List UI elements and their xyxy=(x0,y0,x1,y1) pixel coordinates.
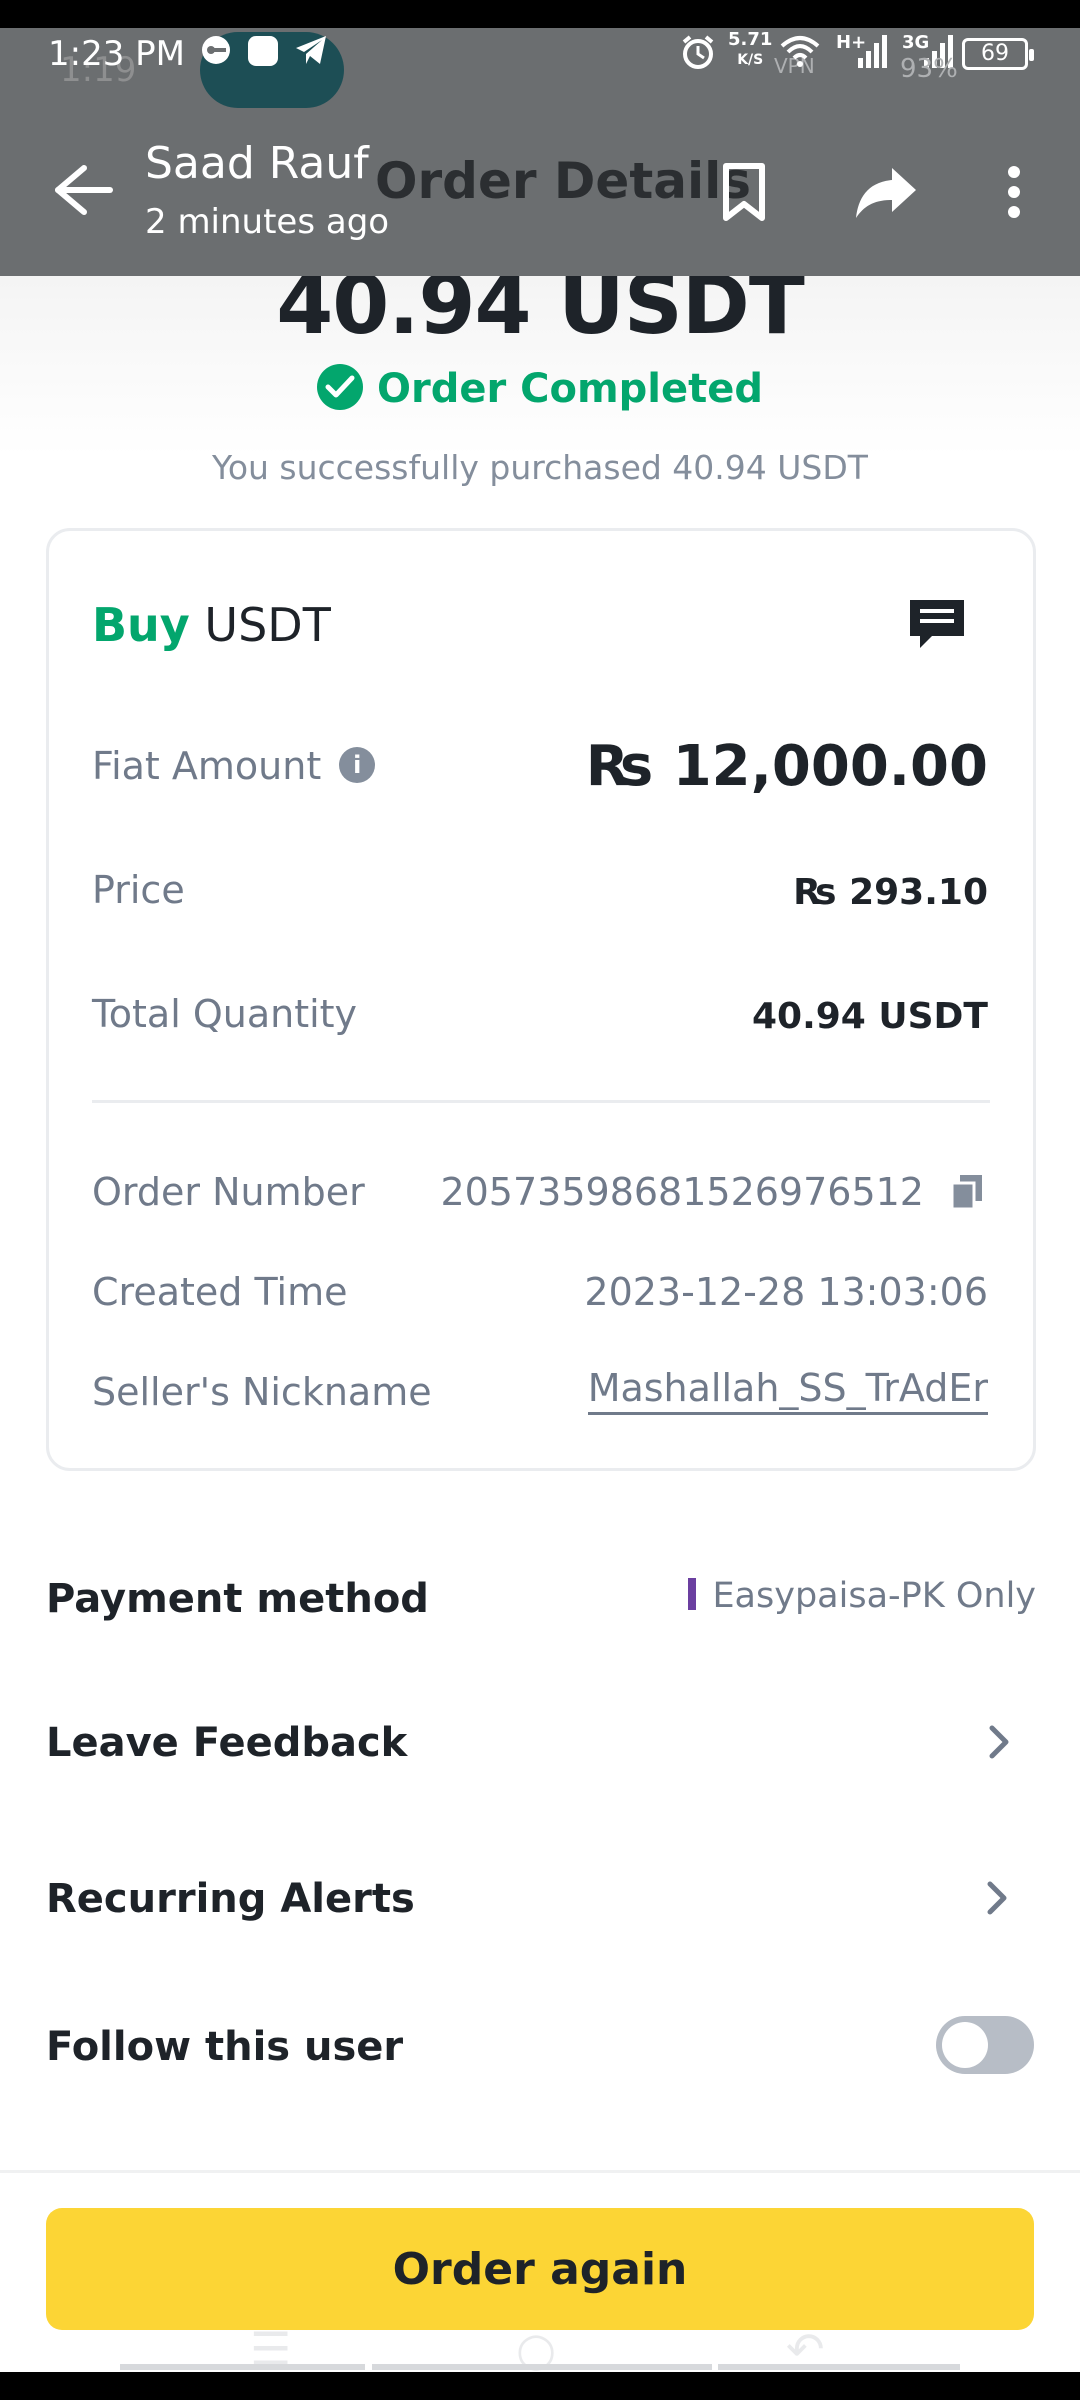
total-quantity-label: Total Quantity xyxy=(92,992,358,1036)
fiat-amount-value: ₨ 12,000.00 xyxy=(585,734,988,799)
bookmark-icon[interactable] xyxy=(712,160,776,224)
payment-method-name: Easypaisa-PK Only xyxy=(712,1576,1036,1616)
follow-user-label: Follow this user xyxy=(46,2024,404,2070)
nav-bar-segment xyxy=(718,2364,960,2370)
purchase-summary: You successfully purchased 40.94 USDT xyxy=(212,448,868,487)
info-icon[interactable]: i xyxy=(339,746,376,783)
more-options-icon[interactable] xyxy=(990,160,1054,224)
underlying-battery-text: 93% xyxy=(900,54,958,84)
chevron-right-icon[interactable] xyxy=(982,1722,1016,1762)
nav-bar-segment xyxy=(120,2364,365,2370)
signal-icon xyxy=(858,34,888,76)
total-quantity-value: 40.94 USDT xyxy=(751,996,988,1037)
page-title: Order Details xyxy=(375,152,752,210)
seller-nickname-link[interactable]: Mashallah_SS_TrAdEr xyxy=(587,1366,988,1415)
fiat-amount-row: Fiat Amount i xyxy=(92,744,376,788)
check-circle-icon xyxy=(316,364,363,410)
chevron-right-icon[interactable] xyxy=(980,1878,1014,1918)
share-icon[interactable] xyxy=(854,160,918,224)
wifi-icon xyxy=(780,34,820,76)
bottom-strip xyxy=(0,2372,1080,2400)
trade-asset: USDT xyxy=(204,598,331,652)
sender-name: Saad Rauf xyxy=(145,138,369,189)
battery-icon: 69 xyxy=(962,38,1034,70)
back-arrow-icon[interactable] xyxy=(40,160,120,220)
network-speed-value: 5.71 xyxy=(728,29,773,50)
price-label: Price xyxy=(92,868,185,912)
chat-app-icon xyxy=(246,34,280,76)
copy-icon[interactable] xyxy=(950,1175,982,1211)
order-number-label: Order Number xyxy=(92,1170,365,1214)
order-number-value: 20573598681526976512 xyxy=(440,1170,924,1214)
trade-side: Buy xyxy=(92,598,190,652)
payment-method-label: Payment method xyxy=(46,1576,429,1622)
status-time: 1:23 PM xyxy=(48,34,185,74)
telegram-icon xyxy=(294,34,328,74)
vpn-key-icon xyxy=(200,34,232,74)
payment-method-value: Easypaisa-PK Only xyxy=(688,1576,1036,1616)
price-value: ₨ 293.10 xyxy=(793,872,988,913)
order-status: Order Completed xyxy=(0,364,1080,414)
network-speed-unit: K/S xyxy=(737,52,764,68)
created-time-value: 2023-12-28 13:03:06 xyxy=(584,1270,988,1314)
sent-time: 2 minutes ago xyxy=(145,202,390,242)
card-divider xyxy=(92,1100,990,1103)
toggle-knob xyxy=(942,2022,988,2068)
alarm-icon xyxy=(680,34,716,78)
order-status-label: Order Completed xyxy=(376,366,763,412)
bottom-divider xyxy=(0,2170,1080,2173)
payment-color-bar xyxy=(688,1578,697,1610)
nav-bar-segment xyxy=(372,2364,712,2370)
seller-nickname-label: Seller's Nickname xyxy=(92,1370,432,1414)
recurring-alerts-row[interactable]: Recurring Alerts xyxy=(46,1876,415,1922)
top-strip xyxy=(0,0,1080,28)
trade-title: Buy USDT xyxy=(92,598,331,652)
order-again-button[interactable]: Order again xyxy=(46,2208,1034,2330)
chat-icon[interactable] xyxy=(906,594,968,656)
network-speed: 5.71 K/S xyxy=(728,30,772,70)
created-time-label: Created Time xyxy=(92,1270,348,1314)
leave-feedback-row[interactable]: Leave Feedback xyxy=(46,1720,407,1766)
fiat-amount-label: Fiat Amount xyxy=(92,744,322,788)
